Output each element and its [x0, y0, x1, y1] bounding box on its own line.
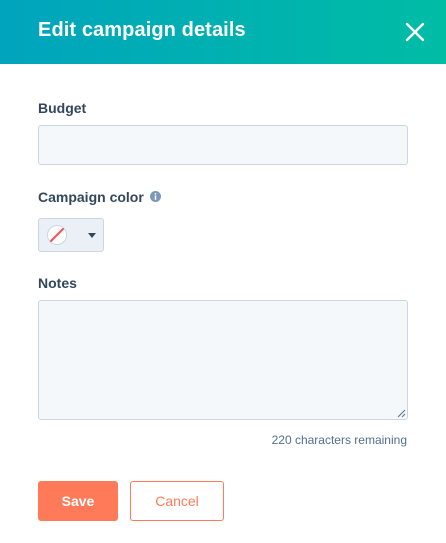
- panel-header: Edit campaign details: [0, 0, 446, 64]
- budget-input[interactable]: [38, 125, 408, 165]
- cancel-button[interactable]: Cancel: [130, 481, 224, 521]
- edit-campaign-panel: Edit campaign details Budget Campaign co…: [0, 0, 446, 543]
- panel-title: Edit campaign details: [38, 19, 246, 41]
- campaign-color-label: Campaign color: [38, 189, 144, 205]
- budget-label: Budget: [38, 100, 87, 116]
- close-button[interactable]: [404, 21, 426, 43]
- resize-grip-icon[interactable]: [396, 408, 406, 418]
- campaign-color-dropdown[interactable]: [38, 218, 104, 252]
- notes-textarea[interactable]: [38, 300, 408, 420]
- info-icon[interactable]: [150, 191, 161, 202]
- caret-down-icon: [88, 233, 96, 238]
- close-icon: [405, 22, 425, 42]
- no-color-swatch-icon: [47, 225, 67, 245]
- save-button[interactable]: Save: [38, 481, 118, 521]
- characters-remaining: 220 characters remaining: [271, 433, 407, 447]
- notes-label: Notes: [38, 275, 77, 291]
